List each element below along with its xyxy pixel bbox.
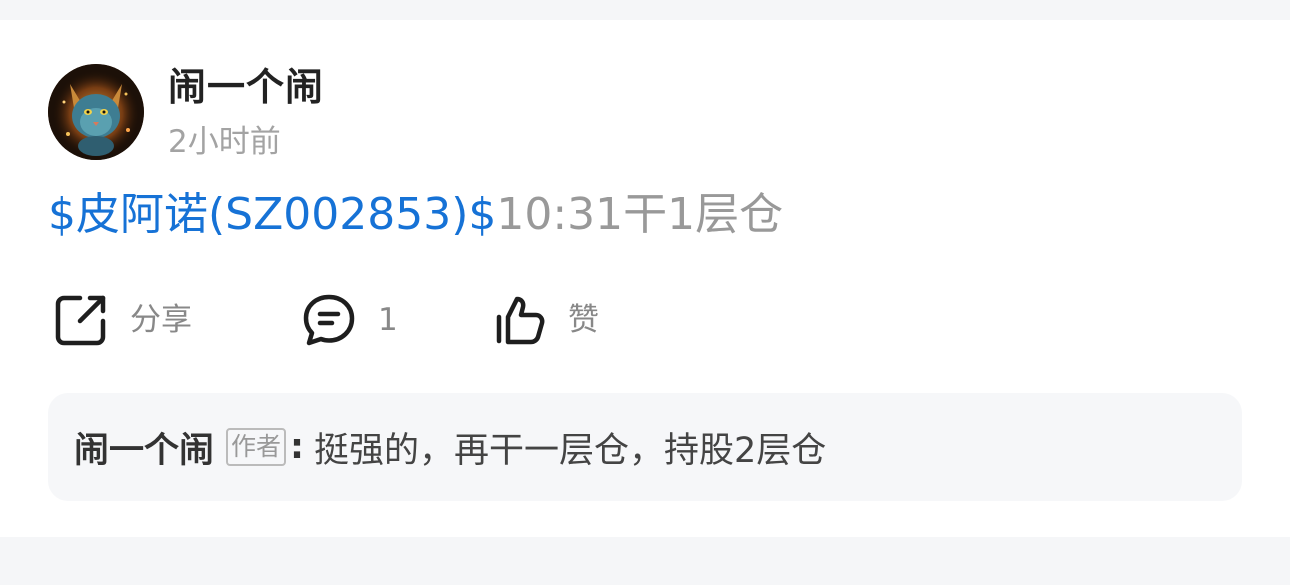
share-button[interactable]: 分享: [52, 290, 192, 350]
share-label: 分享: [130, 302, 192, 338]
avatar[interactable]: [48, 64, 144, 160]
like-button[interactable]: 赞: [490, 290, 599, 350]
author-badge: 作者: [226, 428, 287, 466]
action-bar: 分享 1 赞: [48, 290, 748, 350]
post-timestamp: 2小时前: [168, 124, 281, 160]
thumbs-up-icon: [490, 291, 548, 349]
comment-text: 挺强的，再干一层仓，持股2层仓: [314, 430, 827, 471]
post-content: $皮阿诺(SZ002853)$10:31干1层仓: [48, 185, 783, 245]
comment-icon: [300, 291, 358, 349]
author-name[interactable]: 闹一个闹: [168, 62, 324, 112]
post-text: 10:31干1层仓: [496, 189, 784, 240]
stock-link[interactable]: $皮阿诺(SZ002853)$: [48, 189, 496, 240]
share-icon: [52, 291, 110, 349]
top-comment[interactable]: 闹一个闹 作者 : 挺强的，再干一层仓，持股2层仓: [48, 393, 1242, 501]
like-label: 赞: [568, 302, 599, 338]
comment-author[interactable]: 闹一个闹: [74, 422, 214, 473]
comment-separator: :: [290, 427, 305, 467]
comment-button[interactable]: 1: [300, 290, 398, 350]
post-card: 闹一个闹 2小时前 $皮阿诺(SZ002853)$10:31干1层仓 分享 1 …: [0, 20, 1290, 537]
comment-count: 1: [378, 302, 398, 338]
